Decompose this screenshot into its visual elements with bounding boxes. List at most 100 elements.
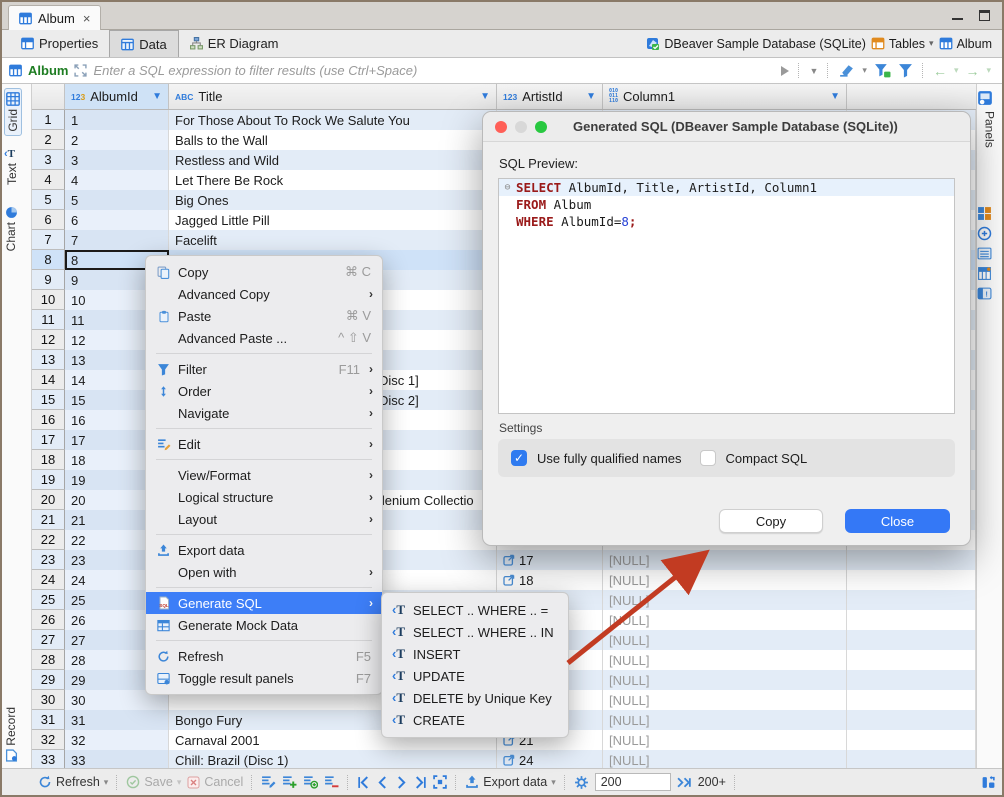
refresh-button[interactable]: Refresh▾ [38,775,108,789]
edit-value-icon[interactable] [261,775,276,789]
row-number-cell[interactable]: 6 [32,210,65,230]
row-number-cell[interactable]: 9 [32,270,65,290]
albumid-cell[interactable]: 4 [65,170,169,190]
next-row-icon[interactable] [395,776,408,789]
column1-cell[interactable]: [NULL] [603,750,847,768]
back-icon[interactable]: ← [933,63,947,79]
previous-row-icon[interactable] [376,776,389,789]
row-number-cell[interactable]: 33 [32,750,65,768]
export-data-button[interactable]: Export data▾ [465,775,555,789]
row-number-cell[interactable]: 16 [32,410,65,430]
albumid-cell[interactable]: 7 [65,230,169,250]
column1-cell[interactable]: [NULL] [603,670,847,690]
artistid-cell[interactable]: 24 [497,750,603,768]
apply-filter-icon[interactable] [781,66,789,76]
calc-panel-icon[interactable] [977,246,1002,261]
forward-icon[interactable]: → [965,63,979,79]
column1-cell[interactable]: [NULL] [603,570,847,590]
forward-menu-icon[interactable]: ▾ [986,65,991,76]
checkbox-compact-sql[interactable] [700,450,716,466]
back-menu-icon[interactable]: ▾ [954,65,959,76]
column-header-title[interactable]: ABC Title ▼ [169,84,497,109]
row-number-cell[interactable]: 7 [32,230,65,250]
menu-item-export-data[interactable]: Export data [146,539,382,561]
column-menu-icon[interactable]: ▼ [586,91,596,102]
row-number-cell[interactable]: 23 [32,550,65,570]
sql-preview-box[interactable]: ⊖SELECT AlbumId, Title, ArtistId, Column… [498,178,955,414]
submenu-item-delete-by-unique-key[interactable]: ‹TDELETE by Unique Key [382,687,568,709]
row-number-cell[interactable]: 10 [32,290,65,310]
menu-item-paste[interactable]: Paste⌘ V [146,305,382,327]
minimize-icon[interactable] [952,10,963,20]
row-number-cell[interactable]: 15 [32,390,65,410]
fetch-next-icon[interactable] [677,776,692,789]
column1-cell[interactable]: [NULL] [603,710,847,730]
title-cell[interactable]: Restless and Wild [169,150,497,170]
column-menu-icon[interactable]: ▼ [830,91,840,102]
row-number-cell[interactable]: 29 [32,670,65,690]
expand-filter-icon[interactable] [74,64,87,77]
checkbox-fully-qualified[interactable]: ✓ [511,450,527,466]
save-filter-icon[interactable] [874,63,891,78]
maximize-icon[interactable] [979,10,990,21]
albumid-cell[interactable]: 32 [65,730,169,750]
minimize-window-icon[interactable] [515,121,527,133]
row-number-cell[interactable]: 21 [32,510,65,530]
delete-row-icon[interactable] [324,775,339,789]
panels-icon[interactable] [977,90,1002,106]
fetch-settings-gear-icon[interactable] [574,775,589,790]
menu-item-logical-structure[interactable]: Logical structure› [146,486,382,508]
albumid-cell[interactable]: 1 [65,110,169,130]
custom-filter-icon[interactable] [898,63,913,78]
menu-item-advanced-paste[interactable]: Advanced Paste ...^ ⇧ V [146,327,382,349]
submenu-item-select-where-in[interactable]: ‹TSELECT .. WHERE .. IN [382,621,568,643]
breadcrumb-database[interactable]: DBeaver Sample Database (SQLite) [646,37,865,51]
duplicate-row-icon[interactable] [303,775,318,789]
add-row-icon[interactable] [282,775,297,789]
albumid-cell[interactable]: 33 [65,750,169,768]
menu-item-view-format[interactable]: View/Format› [146,464,382,486]
last-row-icon[interactable] [414,776,427,789]
breadcrumb-tables[interactable]: Tables ▾ [871,37,934,51]
albumid-cell[interactable]: 2 [65,130,169,150]
menu-item-refresh[interactable]: RefreshF5 [146,645,382,667]
menu-item-advanced-copy[interactable]: Advanced Copy› [146,283,382,305]
artistid-cell[interactable]: 17 [497,550,603,570]
panels-label[interactable]: Panels [983,111,997,148]
metadata-panel-icon[interactable] [977,266,1002,281]
grouping-icon[interactable] [977,226,1002,241]
column1-cell[interactable]: [NULL] [603,590,847,610]
title-cell[interactable]: Facelift [169,230,497,250]
tab-properties[interactable]: Properties [10,30,109,57]
column-menu-icon[interactable]: ▼ [152,91,162,102]
row-number-cell[interactable]: 30 [32,690,65,710]
value-viewer-icon[interactable] [977,206,1002,221]
presentation-tab-chart[interactable]: Chart [4,206,18,251]
row-number-cell[interactable]: 1 [32,110,65,130]
row-number-cell[interactable]: 18 [32,450,65,470]
row-number-cell[interactable]: 3 [32,150,65,170]
title-cell[interactable]: Balls to the Wall [169,130,497,150]
close-window-icon[interactable] [495,121,507,133]
row-number-cell[interactable]: 5 [32,190,65,210]
title-cell[interactable]: For Those About To Rock We Salute You [169,110,497,130]
row-number-cell[interactable]: 12 [32,330,65,350]
albumid-cell[interactable]: 6 [65,210,169,230]
row-number-cell[interactable]: 31 [32,710,65,730]
column-header-albumid[interactable]: 123 AlbumId ▼ [65,84,169,109]
row-number-cell[interactable]: 14 [32,370,65,390]
menu-item-generate-mock-data[interactable]: Generate Mock Data [146,614,382,636]
filter-history-icon[interactable]: ▼ [809,66,818,76]
column1-cell[interactable]: [NULL] [603,630,847,650]
row-number-header[interactable] [32,84,65,109]
column-header-artistid[interactable]: 123 ArtistId ▼ [497,84,603,109]
row-number-cell[interactable]: 8 [32,250,65,270]
filter-input[interactable]: Enter a SQL expression to filter results… [93,63,775,78]
tab-er-diagram[interactable]: ER Diagram [179,30,290,57]
row-number-cell[interactable]: 17 [32,430,65,450]
switch-presentation-icon[interactable] [981,775,1002,790]
row-number-cell[interactable]: 22 [32,530,65,550]
menu-item-filter[interactable]: FilterF11› [146,358,382,380]
panel-tab-record[interactable]: Record [4,707,18,762]
row-number-cell[interactable]: 2 [32,130,65,150]
